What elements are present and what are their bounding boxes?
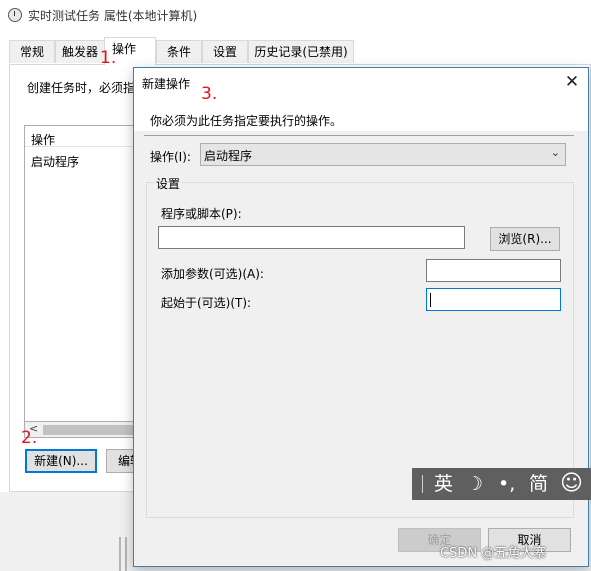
properties-window-title: 实时测试任务 属性(本地计算机) <box>28 9 198 23</box>
script-toggle[interactable]: 简 <box>529 472 548 496</box>
dialog-instruction: 你必须为此任务指定要执行的操作。 <box>150 114 343 128</box>
new-action-button[interactable]: 新建(N)... <box>25 449 97 473</box>
footer-divider <box>125 537 127 571</box>
program-label: 程序或脚本(P): <box>161 207 242 221</box>
settings-group-title: 设置 <box>154 175 183 192</box>
ime-mode-toggle[interactable]: 英 <box>434 472 453 496</box>
action-type-value: 启动程序 <box>204 149 253 163</box>
action-type-select[interactable]: 启动程序 ⌄ <box>200 143 566 166</box>
actions-list[interactable]: 操作 启动程序 <box>24 125 144 438</box>
tab-conditions[interactable]: 条件 <box>156 40 202 63</box>
punctuation-toggle[interactable]: •, <box>498 472 515 496</box>
scrollbar-thumb[interactable] <box>43 425 143 435</box>
tab-settings[interactable]: 设置 <box>202 40 248 63</box>
task-clock-icon <box>8 8 22 22</box>
dialog-divider <box>144 135 574 136</box>
ime-divider <box>422 475 423 493</box>
arguments-field[interactable] <box>426 259 561 282</box>
list-item[interactable]: 启动程序 <box>31 153 79 170</box>
annotation-1: 1. <box>100 48 117 68</box>
start-in-label: 起始于(可选)(T): <box>161 296 252 310</box>
annotation-2: 2. <box>21 428 38 448</box>
actions-instruction: 创建任务时，必须指 <box>27 81 136 95</box>
arguments-label: 添加参数(可选)(A): <box>161 267 264 281</box>
close-icon[interactable]: ✕ <box>562 72 582 92</box>
ime-toolbar[interactable]: 英 ☽ •, 简 ☺ <box>412 468 591 500</box>
action-type-label: 操作(I): <box>150 150 191 164</box>
dialog-title: 新建操作 <box>142 77 191 91</box>
footer-divider <box>119 537 121 571</box>
actions-list-hscrollbar[interactable]: < <box>24 421 144 438</box>
start-in-field[interactable] <box>426 288 561 311</box>
tab-history[interactable]: 历史记录(已禁用) <box>248 40 354 63</box>
chevron-down-icon[interactable]: ⌄ <box>551 146 560 159</box>
list-header-divider <box>25 146 143 147</box>
program-field[interactable] <box>158 226 465 249</box>
browse-button[interactable]: 浏览(R)... <box>490 227 560 251</box>
emoji-icon[interactable]: ☺ <box>560 472 583 496</box>
watermark: CSDN @五角大寨 <box>440 546 547 561</box>
text-caret <box>430 293 431 307</box>
annotation-3: 3. <box>201 84 218 104</box>
moon-icon[interactable]: ☽ <box>466 472 483 496</box>
properties-window-titlebar: 实时测试任务 属性(本地计算机) <box>0 0 591 31</box>
tab-triggers[interactable]: 触发器 <box>55 40 105 63</box>
tab-general[interactable]: 常规 <box>9 40 55 63</box>
